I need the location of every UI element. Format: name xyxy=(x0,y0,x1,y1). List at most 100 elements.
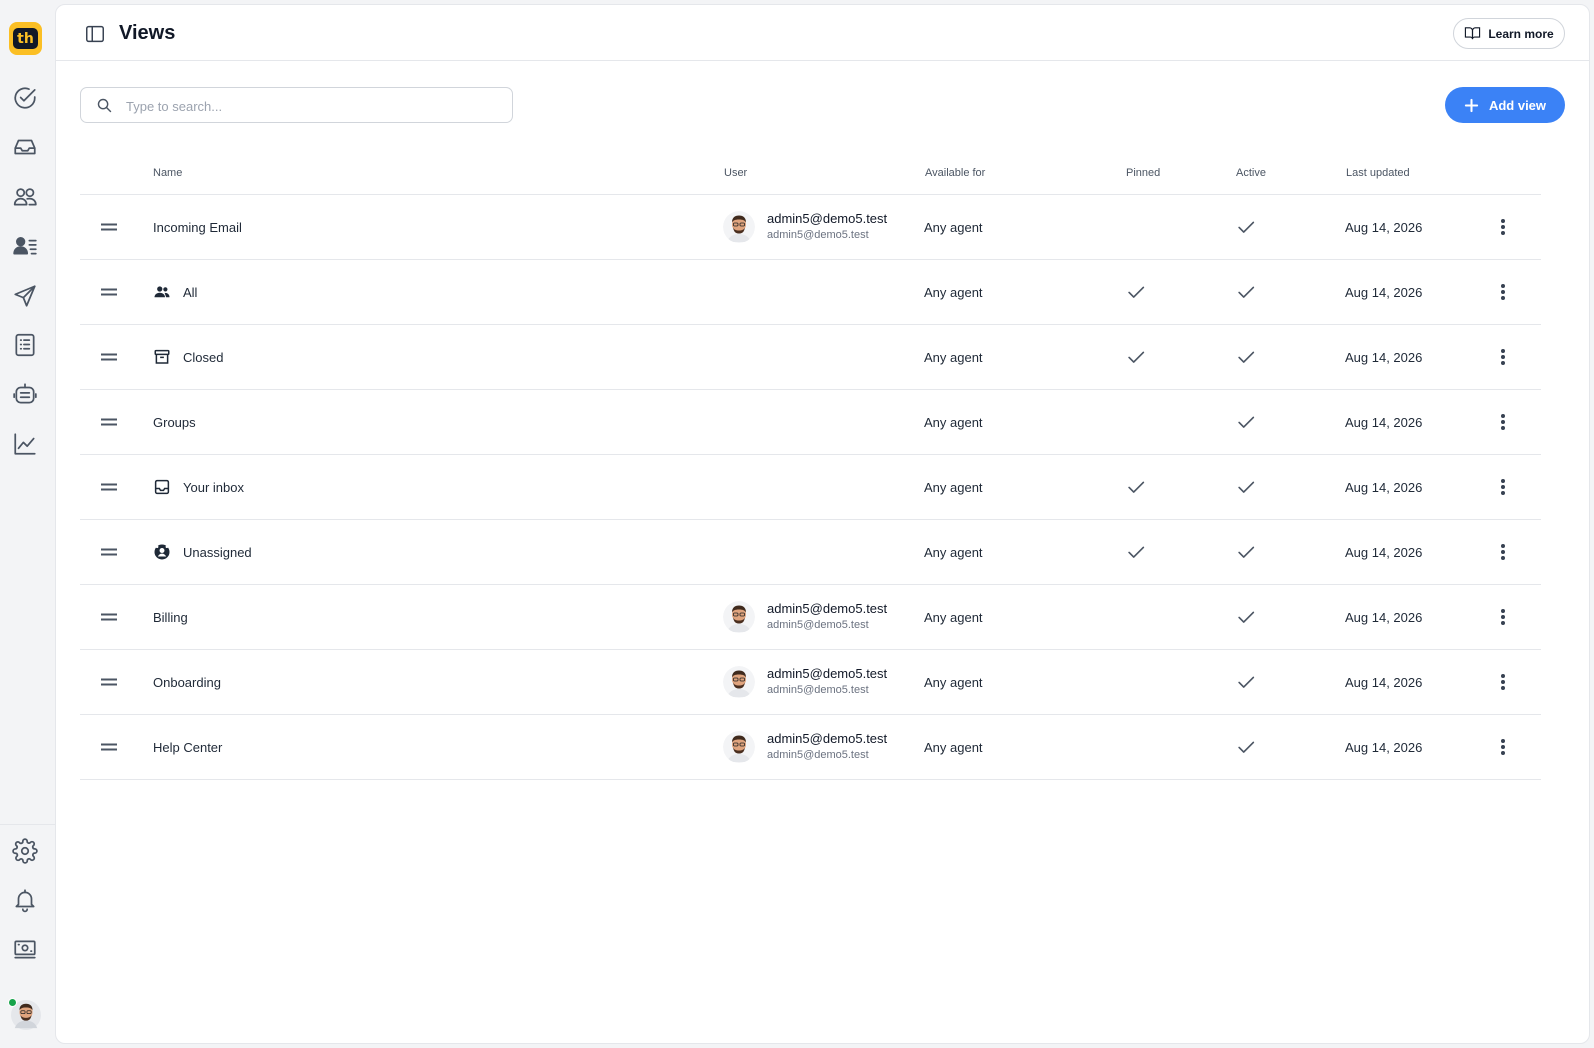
drag-handle-icon[interactable] xyxy=(100,325,118,389)
book-open-icon xyxy=(1465,27,1481,40)
search-input[interactable] xyxy=(126,94,496,118)
row-menu-icon[interactable] xyxy=(1493,520,1513,584)
view-name-cell[interactable]: Incoming Email xyxy=(153,195,242,259)
logo-text: th xyxy=(13,28,38,49)
view-name: Groups xyxy=(153,414,196,430)
view-name-cell[interactable]: Billing xyxy=(153,585,188,649)
table-row[interactable]: Your inbox Any agent Aug 14, 2026 xyxy=(80,455,1541,520)
available-for: Any agent xyxy=(924,544,983,560)
pinned-check-icon xyxy=(1125,455,1147,519)
user-email: admin5@demo5.test xyxy=(767,749,869,761)
drag-handle-icon[interactable] xyxy=(100,715,118,779)
available-for: Any agent xyxy=(924,284,983,300)
document-list-icon[interactable] xyxy=(12,332,38,358)
pinned-check-icon xyxy=(1125,325,1147,389)
drag-handle-icon[interactable] xyxy=(100,650,118,714)
table-row[interactable]: Help Center admin5@demo5.test admin5@dem… xyxy=(80,715,1541,780)
last-updated: Aug 14, 2026 xyxy=(1345,544,1423,560)
active-check-icon xyxy=(1235,195,1257,259)
column-header-user[interactable]: User xyxy=(724,167,747,179)
view-name-cell[interactable]: Onboarding xyxy=(153,650,221,714)
inbox-icon[interactable] xyxy=(12,134,38,160)
view-name-cell[interactable]: All xyxy=(153,260,197,324)
view-name-cell[interactable]: Closed xyxy=(153,325,223,389)
column-header-active[interactable]: Active xyxy=(1236,167,1266,179)
active-check-icon xyxy=(1235,715,1257,779)
user-avatar xyxy=(723,666,755,698)
add-view-button[interactable]: Add view xyxy=(1445,87,1565,123)
row-menu-icon[interactable] xyxy=(1493,455,1513,519)
active-check-icon xyxy=(1235,390,1257,454)
column-header-last-updated[interactable]: Last updated xyxy=(1346,167,1410,179)
users-icon[interactable] xyxy=(12,184,38,210)
user-cell: admin5@demo5.test admin5@demo5.test xyxy=(723,585,887,649)
row-menu-icon[interactable] xyxy=(1493,260,1513,324)
view-name-cell[interactable]: Your inbox xyxy=(153,455,244,519)
search-box[interactable] xyxy=(80,87,513,123)
user-email: admin5@demo5.test xyxy=(767,619,869,631)
view-name: Closed xyxy=(183,349,224,365)
available-for: Any agent xyxy=(924,739,983,755)
unassigned-icon xyxy=(153,543,171,561)
check-circle-icon[interactable] xyxy=(12,85,38,111)
column-header-pinned[interactable]: Pinned xyxy=(1126,167,1160,179)
settings-icon[interactable] xyxy=(12,838,38,864)
archive-icon xyxy=(153,348,171,366)
row-menu-icon[interactable] xyxy=(1493,650,1513,714)
bot-icon[interactable] xyxy=(12,381,38,407)
view-name: Help Center xyxy=(153,739,223,755)
last-updated: Aug 14, 2026 xyxy=(1345,414,1423,430)
view-name: All xyxy=(183,284,198,300)
table-header: Name User Available for Pinned Active La… xyxy=(80,155,1541,195)
row-menu-icon[interactable] xyxy=(1493,715,1513,779)
table-row[interactable]: Onboarding admin5@demo5.test admin5@demo… xyxy=(80,650,1541,715)
view-name: Your inbox xyxy=(183,479,244,495)
drag-handle-icon[interactable] xyxy=(100,195,118,259)
bell-icon[interactable] xyxy=(12,887,38,913)
row-menu-icon[interactable] xyxy=(1493,195,1513,259)
active-check-icon xyxy=(1235,520,1257,584)
sidebar-toggle-icon[interactable] xyxy=(84,23,106,45)
pinned-check-icon xyxy=(1125,520,1147,584)
column-header-available-for[interactable]: Available for xyxy=(925,167,985,179)
view-name-cell[interactable]: Unassigned xyxy=(153,520,252,584)
table-row[interactable]: Closed Any agent Aug 14, 2026 xyxy=(80,325,1541,390)
table-row[interactable]: Groups Any agent Aug 14, 2026 xyxy=(80,390,1541,455)
view-name-cell[interactable]: Help Center xyxy=(153,715,222,779)
drag-handle-icon[interactable] xyxy=(100,390,118,454)
contact-list-icon[interactable] xyxy=(12,233,38,259)
drag-handle-icon[interactable] xyxy=(100,260,118,324)
view-name-cell[interactable]: Groups xyxy=(153,390,196,454)
send-icon[interactable] xyxy=(12,283,38,309)
column-header-name[interactable]: Name xyxy=(153,167,182,179)
table-row[interactable]: Incoming Email admin5@demo5.test admin5@… xyxy=(80,195,1541,260)
row-menu-icon[interactable] xyxy=(1493,325,1513,389)
user-cell: admin5@demo5.test admin5@demo5.test xyxy=(723,715,887,779)
available-for: Any agent xyxy=(924,414,983,430)
drag-handle-icon[interactable] xyxy=(100,455,118,519)
available-for: Any agent xyxy=(924,674,983,690)
row-menu-icon[interactable] xyxy=(1493,390,1513,454)
active-check-icon xyxy=(1235,260,1257,324)
user-avatar xyxy=(723,211,755,243)
user-email: admin5@demo5.test xyxy=(767,229,869,241)
rail-divider xyxy=(0,824,55,825)
drag-handle-icon[interactable] xyxy=(100,520,118,584)
table-row[interactable]: All Any agent Aug 14, 2026 xyxy=(80,260,1541,325)
table-row[interactable]: Unassigned Any agent Aug 14, 2026 xyxy=(80,520,1541,585)
search-icon xyxy=(97,98,112,113)
views-table: Name User Available for Pinned Active La… xyxy=(80,155,1541,780)
drag-handle-icon[interactable] xyxy=(100,585,118,649)
analytics-icon[interactable] xyxy=(12,431,38,457)
learn-more-button[interactable]: Learn more xyxy=(1453,18,1565,49)
user-name: admin5@demo5.test xyxy=(767,211,888,226)
view-name: Incoming Email xyxy=(153,219,242,235)
table-row[interactable]: Billing admin5@demo5.test admin5@demo5.t… xyxy=(80,585,1541,650)
app-logo[interactable]: th xyxy=(9,22,42,55)
user-name: admin5@demo5.test xyxy=(767,731,888,746)
row-menu-icon[interactable] xyxy=(1493,585,1513,649)
view-name: Unassigned xyxy=(183,544,252,560)
active-check-icon xyxy=(1235,650,1257,714)
active-check-icon xyxy=(1235,455,1257,519)
billing-icon[interactable] xyxy=(12,936,38,962)
